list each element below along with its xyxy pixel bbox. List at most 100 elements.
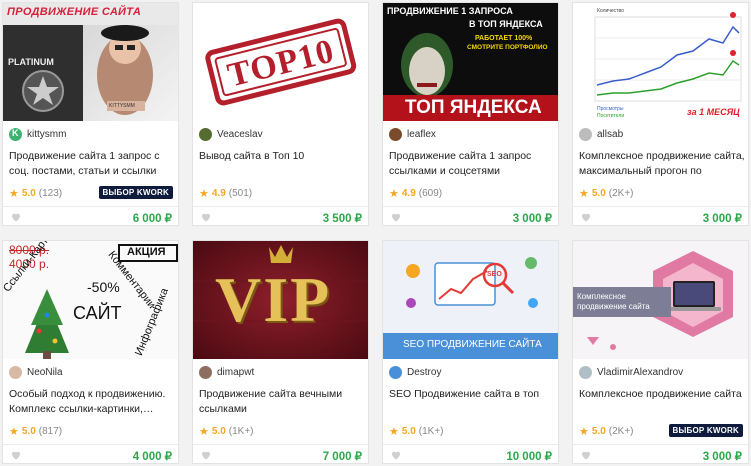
review-count: (817): [38, 426, 63, 437]
thumb-line-4: СМОТРИТЕ ПОРТФОЛИО: [467, 44, 548, 51]
card-thumbnail[interactable]: Комплексное продвижение сайта: [573, 241, 748, 359]
seller-name[interactable]: dimapwt: [217, 367, 254, 378]
thumb-platinum-label: PLATINUM: [8, 57, 54, 67]
card-price[interactable]: 3 000 ₽: [703, 211, 742, 225]
star-icon: ★: [579, 188, 589, 200]
thumb-brand-label: KITTYSMM: [109, 103, 135, 109]
kwork-grid: ПРОДВИЖЕНИЕ САЙТА PLATINUM KITTYSMM K ki…: [2, 2, 751, 466]
card-price[interactable]: 3 500 ₽: [323, 211, 362, 225]
heart-icon[interactable]: [10, 211, 22, 223]
heart-icon[interactable]: [200, 449, 212, 461]
heart-icon[interactable]: [390, 211, 402, 223]
star-icon: ★: [199, 426, 209, 438]
seller-info[interactable]: leaflex: [389, 126, 436, 142]
star-icon: ★: [199, 188, 209, 200]
kwork-card[interactable]: 8000 р. 4000 р. АКЦИЯ -50% САЙТ Ссылки-К…: [2, 240, 179, 464]
kwork-choice-badge: ВЫБОР KWORK: [98, 186, 173, 199]
card-title[interactable]: Вывод сайта в Топ 10: [199, 149, 367, 164]
card-price[interactable]: 6 000 ₽: [133, 211, 172, 225]
card-thumbnail[interactable]: SEO SEO ПРОДВИЖЕНИЕ САЙТА: [383, 241, 558, 359]
badge-brand: KWORK: [706, 426, 739, 435]
review-count: (609): [418, 188, 443, 199]
card-footer: 7 000 ₽: [193, 444, 368, 463]
seller-info[interactable]: NeoNila: [9, 364, 63, 380]
review-count: (1K+): [418, 426, 444, 437]
review-count: (2K+): [608, 426, 634, 437]
card-rating: ★ 5.0 (817): [9, 425, 62, 438]
seller-info[interactable]: allsab: [579, 126, 623, 142]
card-thumbnail[interactable]: ПРОДВИЖЕНИЕ САЙТА PLATINUM KITTYSMM: [3, 3, 178, 121]
thumb-line-1: Комплексное: [577, 292, 626, 301]
seller-info[interactable]: dimapwt: [199, 364, 254, 380]
card-price[interactable]: 4 000 ₽: [133, 449, 172, 463]
card-price[interactable]: 3 000 ₽: [513, 211, 552, 225]
review-count: (2K+): [608, 188, 634, 199]
kwork-card[interactable]: TOP10 Veaceslav Вывод сайта в Топ 10 ★ 4…: [192, 2, 369, 226]
card-title[interactable]: Комплексное продвижение сайта: [579, 387, 747, 402]
heart-icon[interactable]: [580, 449, 592, 461]
card-price[interactable]: 7 000 ₽: [323, 449, 362, 463]
card-thumbnail[interactable]: TOP10: [193, 3, 368, 121]
rating-value: 5.0: [21, 188, 36, 199]
seller-name[interactable]: leaflex: [407, 129, 436, 140]
seller-info[interactable]: Destroy: [389, 364, 441, 380]
seller-name[interactable]: VladimirAlexandrov: [597, 367, 683, 378]
user-avatar: [389, 127, 402, 141]
seller-name[interactable]: allsab: [597, 129, 623, 140]
kwork-k-icon: K: [9, 127, 22, 141]
star-icon: ★: [9, 426, 19, 438]
user-avatar: [199, 365, 212, 379]
user-avatar: [9, 365, 22, 379]
card-footer: 3 000 ₽: [573, 206, 748, 225]
card-footer: 6 000 ₽: [3, 206, 178, 225]
kwork-card[interactable]: Количество Просмотры Посетители за 1 МЕС…: [572, 2, 749, 226]
heart-icon[interactable]: [10, 449, 22, 461]
card-rating: ★ 5.0 (123): [9, 187, 62, 200]
card-price[interactable]: 3 000 ₽: [703, 449, 742, 463]
heart-icon[interactable]: [200, 211, 212, 223]
kwork-card[interactable]: ПРОДВИЖЕНИЕ САЙТА PLATINUM KITTYSMM K ki…: [2, 2, 179, 226]
seo-badge-label: SEO: [487, 271, 502, 278]
card-thumbnail[interactable]: 8000 р. 4000 р. АКЦИЯ -50% САЙТ Ссылки-К…: [3, 241, 178, 359]
rating-value: 5.0: [21, 426, 36, 437]
card-title[interactable]: Комплексное продвижение сайта, максималь…: [579, 149, 747, 179]
kwork-card[interactable]: VIP dimapwt Продвижение сайта вечными сс…: [192, 240, 369, 464]
card-title[interactable]: Особый подход к продвижению. Комплекс сс…: [9, 387, 177, 417]
badge-prefix: ВЫБОР: [102, 188, 135, 197]
seller-info[interactable]: K kittysmm: [9, 126, 66, 142]
kwork-card[interactable]: ПРОДВИЖЕНИЕ 1 ЗАПРОСА В ТОП ЯНДЕКСА РАБО…: [382, 2, 559, 226]
review-count: (123): [38, 188, 63, 199]
heart-icon[interactable]: [580, 211, 592, 223]
vip-label: VIP: [215, 264, 332, 335]
seller-name[interactable]: kittysmm: [27, 129, 66, 140]
heart-icon[interactable]: [390, 449, 402, 461]
card-rating: ★ 4.9 (501): [199, 187, 252, 200]
user-avatar: [579, 365, 592, 379]
user-avatar: [389, 365, 402, 379]
review-count: (1K+): [228, 426, 254, 437]
seller-name[interactable]: NeoNila: [27, 367, 63, 378]
card-title[interactable]: Продвижение сайта 1 запрос ссылками и со…: [389, 149, 557, 179]
star-icon: ★: [389, 188, 399, 200]
card-rating: ★ 4.9 (609): [389, 187, 442, 200]
kwork-card[interactable]: SEO SEO ПРОДВИЖЕНИЕ САЙТА Destroy SEO Пр…: [382, 240, 559, 464]
card-footer: 3 000 ₽: [573, 444, 748, 463]
seller-name[interactable]: Destroy: [407, 367, 441, 378]
user-avatar: [199, 127, 212, 141]
discount-label: -50%: [87, 279, 120, 295]
card-rating: ★ 5.0 (1K+): [199, 425, 254, 438]
card-title[interactable]: Продвижение сайта вечными ссылками: [199, 387, 367, 417]
thumb-line-2: В ТОП ЯНДЕКСА: [469, 19, 543, 29]
card-thumbnail[interactable]: ПРОДВИЖЕНИЕ 1 ЗАПРОСА В ТОП ЯНДЕКСА РАБО…: [383, 3, 558, 121]
seller-info[interactable]: Veaceslav: [199, 126, 263, 142]
promo-label: АКЦИЯ: [127, 246, 166, 258]
thumb-heading: ПРОДВИЖЕНИЕ САЙТА: [7, 6, 142, 18]
card-thumbnail[interactable]: VIP: [193, 241, 368, 359]
card-title[interactable]: SEO Продвижение сайта в топ: [389, 387, 557, 402]
kwork-card[interactable]: Комплексное продвижение сайта VladimirAl…: [572, 240, 749, 464]
card-thumbnail[interactable]: Количество Просмотры Посетители за 1 МЕС…: [573, 3, 748, 121]
card-title[interactable]: Продвижение сайта 1 запрос с соц. постам…: [9, 149, 177, 179]
seller-info[interactable]: VladimirAlexandrov: [579, 364, 683, 380]
seller-name[interactable]: Veaceslav: [217, 129, 263, 140]
card-price[interactable]: 10 000 ₽: [506, 449, 552, 463]
